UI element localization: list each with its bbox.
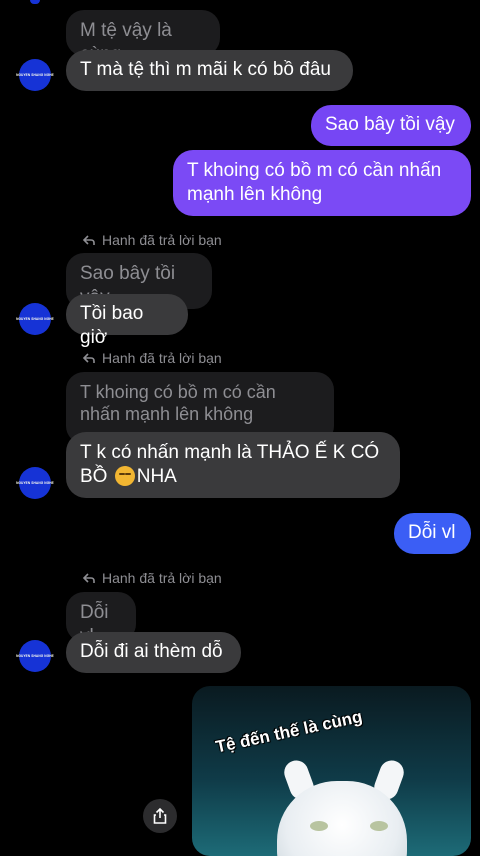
share-button[interactable]	[143, 799, 177, 833]
incoming-text: NHA	[136, 466, 177, 487]
reply-label: Hanh đã trả lời bạn	[82, 570, 222, 586]
reply-arrow-icon	[82, 573, 95, 583]
outgoing-message[interactable]: Dỗi vl	[394, 513, 471, 554]
avatar-text: NGUYEN SHANG NGHE	[16, 317, 54, 321]
incoming-message[interactable]: T k có nhấn mạnh là THẢO Ế K CÓ BỒ NHA	[66, 432, 400, 498]
reply-label-text: Hanh đã trả lời bạn	[102, 232, 222, 248]
outgoing-message[interactable]: T khoing có bồ m có cần nhấn mạnh lên kh…	[173, 150, 471, 216]
incoming-message[interactable]: Tồi bao giờ	[66, 294, 188, 348]
avatar-text: NGUYEN SHANG NGHE	[16, 481, 54, 485]
gif-caption: Tệ đến thế là cùng	[214, 706, 364, 757]
avatar-text: NGUYEN SHANG NGHE	[16, 73, 54, 77]
avatar-text: NGUYEN SHANG NGHE	[16, 654, 54, 658]
reply-label-text: Hanh đã trả lời bạn	[102, 350, 222, 366]
reply-label: Hanh đã trả lời bạn	[82, 350, 222, 366]
reply-label: Hanh đã trả lời bạn	[82, 232, 222, 248]
avatar[interactable]: NGUYEN SHANG NGHE	[16, 59, 54, 91]
share-icon	[153, 807, 167, 824]
reply-arrow-icon	[82, 353, 95, 363]
gif-message[interactable]: Tệ đến thế là cùng	[192, 686, 471, 856]
bunny-eye	[370, 821, 388, 831]
incoming-message[interactable]: T mà tệ thì m mãi k có bồ đâu	[66, 50, 353, 91]
incoming-message[interactable]: Dỗi đi ai thèm dỗ	[66, 632, 241, 673]
avatar[interactable]: NGUYEN SHANG NGHE	[16, 640, 54, 672]
smirk-emoji-icon	[114, 466, 135, 486]
avatar-edge	[30, 0, 40, 4]
reply-label-text: Hanh đã trả lời bạn	[102, 570, 222, 586]
outgoing-message[interactable]: Sao bây tồi vậy	[311, 105, 471, 146]
reply-arrow-icon	[82, 235, 95, 245]
avatar[interactable]: NGUYEN SHANG NGHE	[16, 467, 54, 499]
bunny-eye	[310, 821, 328, 831]
avatar[interactable]: NGUYEN SHANG NGHE	[16, 303, 54, 335]
